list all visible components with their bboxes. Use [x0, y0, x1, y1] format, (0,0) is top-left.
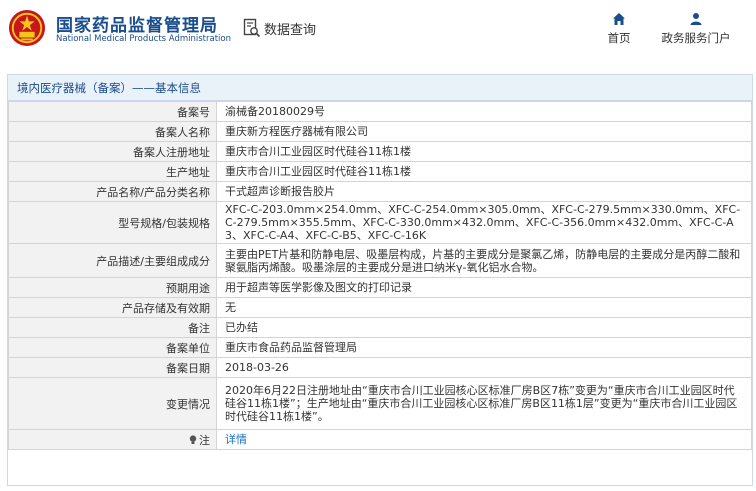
- row-label: 型号规格/包装规格: [8, 201, 217, 244]
- row-label: 预期用途: [8, 277, 217, 298]
- row-label: 产品描述/主要组成成分: [8, 243, 217, 278]
- row-label: 备案日期: [8, 357, 217, 378]
- row-label: 变更情况: [8, 377, 217, 430]
- row-value: 无: [216, 297, 752, 318]
- row-value: 已办结: [216, 317, 752, 338]
- home-icon: [613, 13, 625, 25]
- row-value: 主要由PET片基和防静电层、吸墨层构成，片基的主要成分是聚氯乙烯，防静电层的主要…: [216, 243, 752, 278]
- nav-service-portal[interactable]: 政务服务门户: [656, 12, 736, 46]
- row-value: 重庆市食品药品监督管理局: [216, 337, 752, 358]
- user-icon: [690, 13, 702, 25]
- table-row: 生产地址 重庆市合川工业园区时代硅谷11栋1楼: [8, 161, 752, 182]
- row-value: 2020年6月22日注册地址由“重庆市合川工业园核心区标准厂房B区7栋”变更为“…: [216, 377, 752, 430]
- table-row: 产品存储及有效期 无: [8, 297, 752, 318]
- row-value: XFC-C-203.0mm×254.0mm、XFC-C-254.0mm×305.…: [216, 201, 752, 244]
- row-value: 2018-03-26: [216, 357, 752, 378]
- row-value: 重庆市合川工业园区时代硅谷11栋1楼: [216, 141, 752, 162]
- row-value: 渝械备20180029号: [216, 101, 752, 122]
- lightbulb-icon: [189, 434, 197, 444]
- table-row: 备案人名称 重庆新方程医疗器械有限公司: [8, 121, 752, 142]
- details-link[interactable]: 详情: [225, 433, 247, 446]
- table-row: 产品描述/主要组成成分 主要由PET片基和防静电层、吸墨层构成，片基的主要成分是…: [8, 243, 752, 278]
- table-row: 型号规格/包装规格 XFC-C-203.0mm×254.0mm、XFC-C-25…: [8, 201, 752, 244]
- row-label: 备案人注册地址: [8, 141, 217, 162]
- table-row: 产品名称/产品分类名称 干式超声诊断报告胶片: [8, 181, 752, 202]
- data-query-label: 数据查询: [264, 22, 317, 38]
- row-label: 产品名称/产品分类名称: [8, 181, 217, 202]
- note-label: 注: [199, 433, 210, 447]
- table-row: 变更情况 2020年6月22日注册地址由“重庆市合川工业园核心区标准厂房B区7栋…: [8, 377, 752, 430]
- table-row: 备案日期 2018-03-26: [8, 357, 752, 378]
- national-emblem-logo: [8, 9, 46, 47]
- row-label: 备案号: [8, 101, 217, 122]
- nav-home-label: 首页: [607, 31, 631, 45]
- record-table: 备案号 渝械备20180029号 备案人名称 重庆新方程医疗器械有限公司 备案人…: [8, 101, 752, 450]
- row-label: 产品存储及有效期: [8, 297, 217, 318]
- row-label: 备案人名称: [8, 121, 217, 142]
- header: 国家药品监督管理局 National Medical Products Admi…: [0, 0, 756, 62]
- note-value-cell: 详情: [216, 429, 752, 450]
- table-row-note: 注 详情: [8, 429, 752, 450]
- row-label: 备注: [8, 317, 217, 338]
- table-row: 备案号 渝械备20180029号: [8, 101, 752, 122]
- table-row: 备案单位 重庆市食品药品监督管理局: [8, 337, 752, 358]
- row-label: 生产地址: [8, 161, 217, 182]
- data-query-link[interactable]: 数据查询: [243, 18, 316, 38]
- document-search-icon: [243, 18, 261, 38]
- row-value: 重庆市合川工业园区时代硅谷11栋1楼: [216, 161, 752, 182]
- row-value: 重庆新方程医疗器械有限公司: [216, 121, 752, 142]
- table-row: 预期用途 用于超声等医学影像及图文的打印记录: [8, 277, 752, 298]
- agency-title: 国家药品监督管理局: [56, 16, 218, 36]
- agency-title-english: National Medical Products Administration: [56, 34, 231, 44]
- row-value: 干式超声诊断报告胶片: [216, 181, 752, 202]
- row-label: 备案单位: [8, 337, 217, 358]
- panel-title: 境内医疗器械（备案）——基本信息: [8, 75, 752, 101]
- record-panel: 境内医疗器械（备案）——基本信息 备案号 渝械备20180029号 备案人名称 …: [7, 74, 753, 486]
- nav-home[interactable]: 首页: [601, 12, 637, 46]
- note-label-cell: 注: [8, 429, 217, 450]
- table-row: 备注 已办结: [8, 317, 752, 338]
- row-value: 用于超声等医学影像及图文的打印记录: [216, 277, 752, 298]
- nav-service-portal-label: 政务服务门户: [661, 31, 731, 45]
- table-row: 备案人注册地址 重庆市合川工业园区时代硅谷11栋1楼: [8, 141, 752, 162]
